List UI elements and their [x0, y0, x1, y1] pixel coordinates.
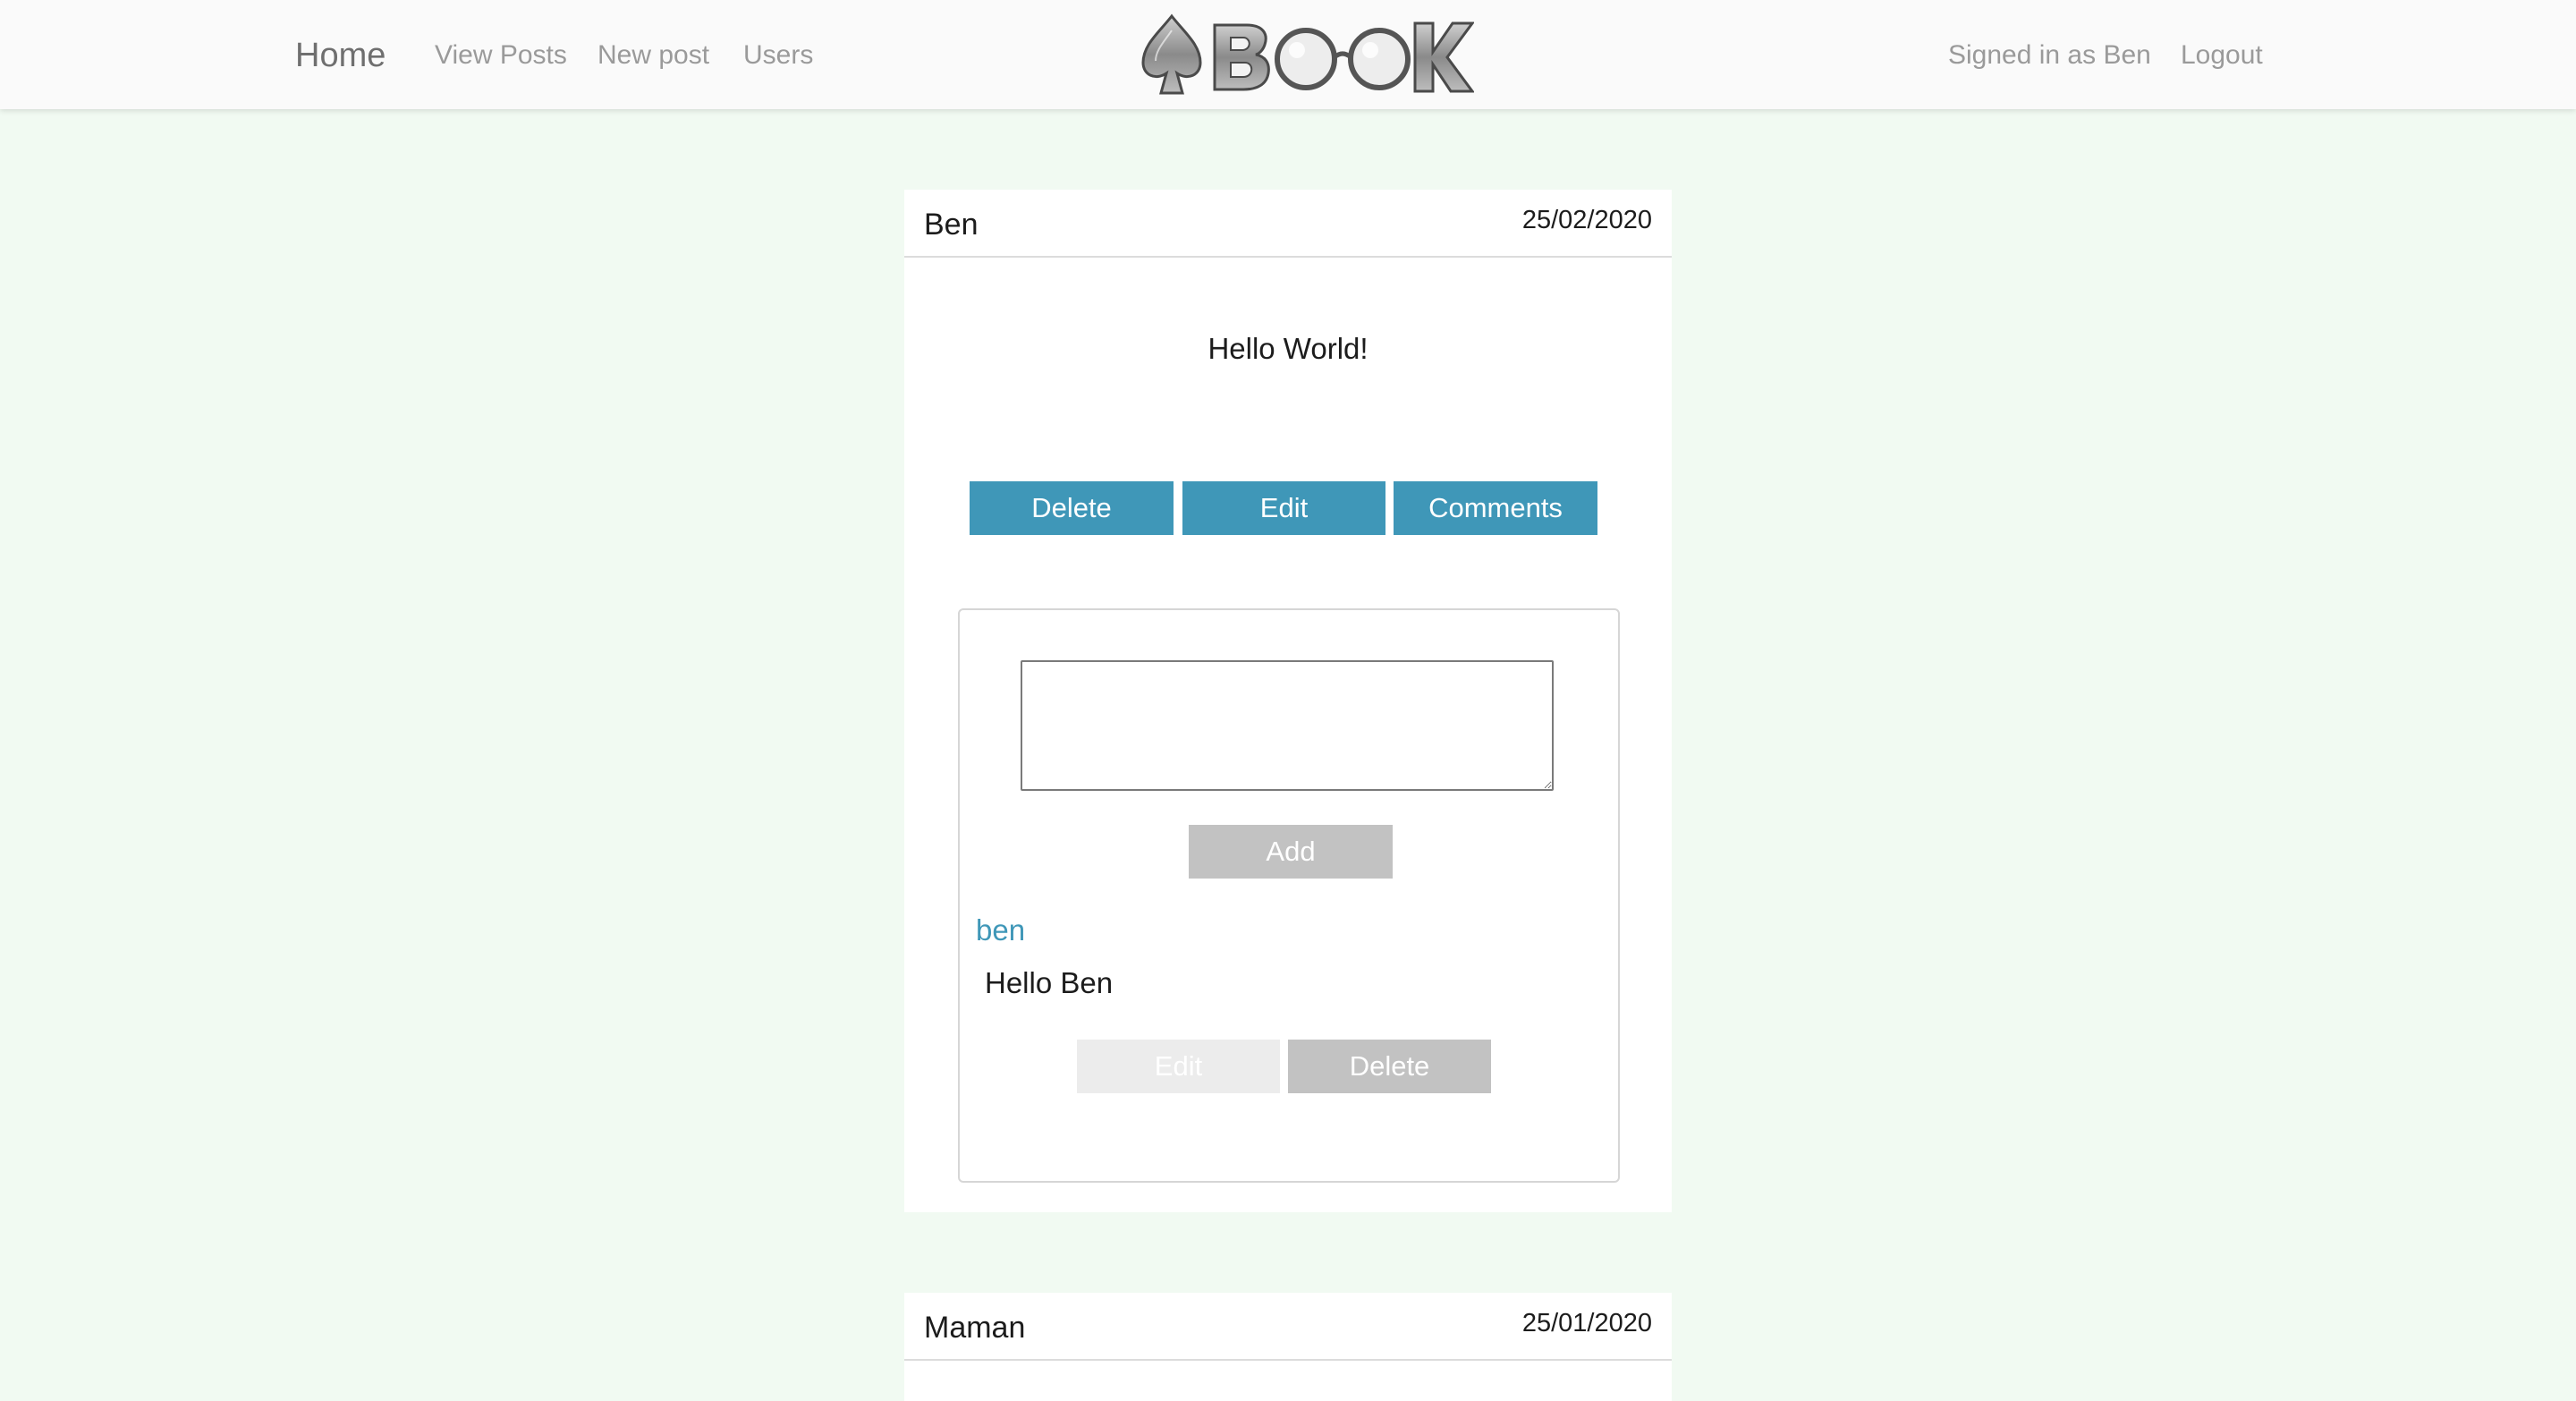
logout-link[interactable]: Logout — [2181, 38, 2263, 73]
comments-button[interactable]: Comments — [1394, 481, 1597, 535]
nav-home-link[interactable]: Home — [295, 34, 386, 77]
comments-panel: Add ben Hello Ben Edit Delete — [958, 608, 1620, 1183]
nav-new-post-link[interactable]: New post — [597, 38, 709, 73]
nav-view-posts-link[interactable]: View Posts — [435, 38, 567, 73]
post-date: 25/01/2020 — [1521, 1309, 1652, 1337]
add-comment-button[interactable]: Add — [1189, 825, 1393, 879]
book-logo — [1141, 13, 1474, 95]
post-author: Ben — [924, 208, 979, 242]
post-card: Maman 25/01/2020 — [904, 1293, 1672, 1401]
delete-comment-button[interactable]: Delete — [1288, 1040, 1491, 1093]
edit-post-button[interactable]: Edit — [1182, 481, 1385, 535]
comment-text: Hello Ben — [985, 966, 1114, 999]
signed-in-label: Signed in as Ben — [1948, 40, 2151, 70]
edit-comment-button[interactable]: Edit — [1077, 1040, 1280, 1093]
post-header: Ben 25/02/2020 — [904, 190, 1672, 258]
post-date: 25/02/2020 — [1521, 206, 1652, 234]
comment-input[interactable] — [1021, 660, 1554, 791]
spade-icon — [1141, 13, 1202, 95]
nav-users-link[interactable]: Users — [743, 38, 813, 73]
post-card: Ben 25/02/2020 Hello World! Delete Edit … — [904, 190, 1672, 1212]
delete-post-button[interactable]: Delete — [970, 481, 1174, 535]
comment-author-link[interactable]: ben — [976, 913, 1025, 948]
post-author: Maman — [924, 1311, 1026, 1345]
top-navbar: Home View Posts New post Users Signed in… — [0, 0, 2576, 109]
post-header: Maman 25/01/2020 — [904, 1293, 1672, 1361]
post-body: Hello World! — [1208, 332, 1368, 365]
